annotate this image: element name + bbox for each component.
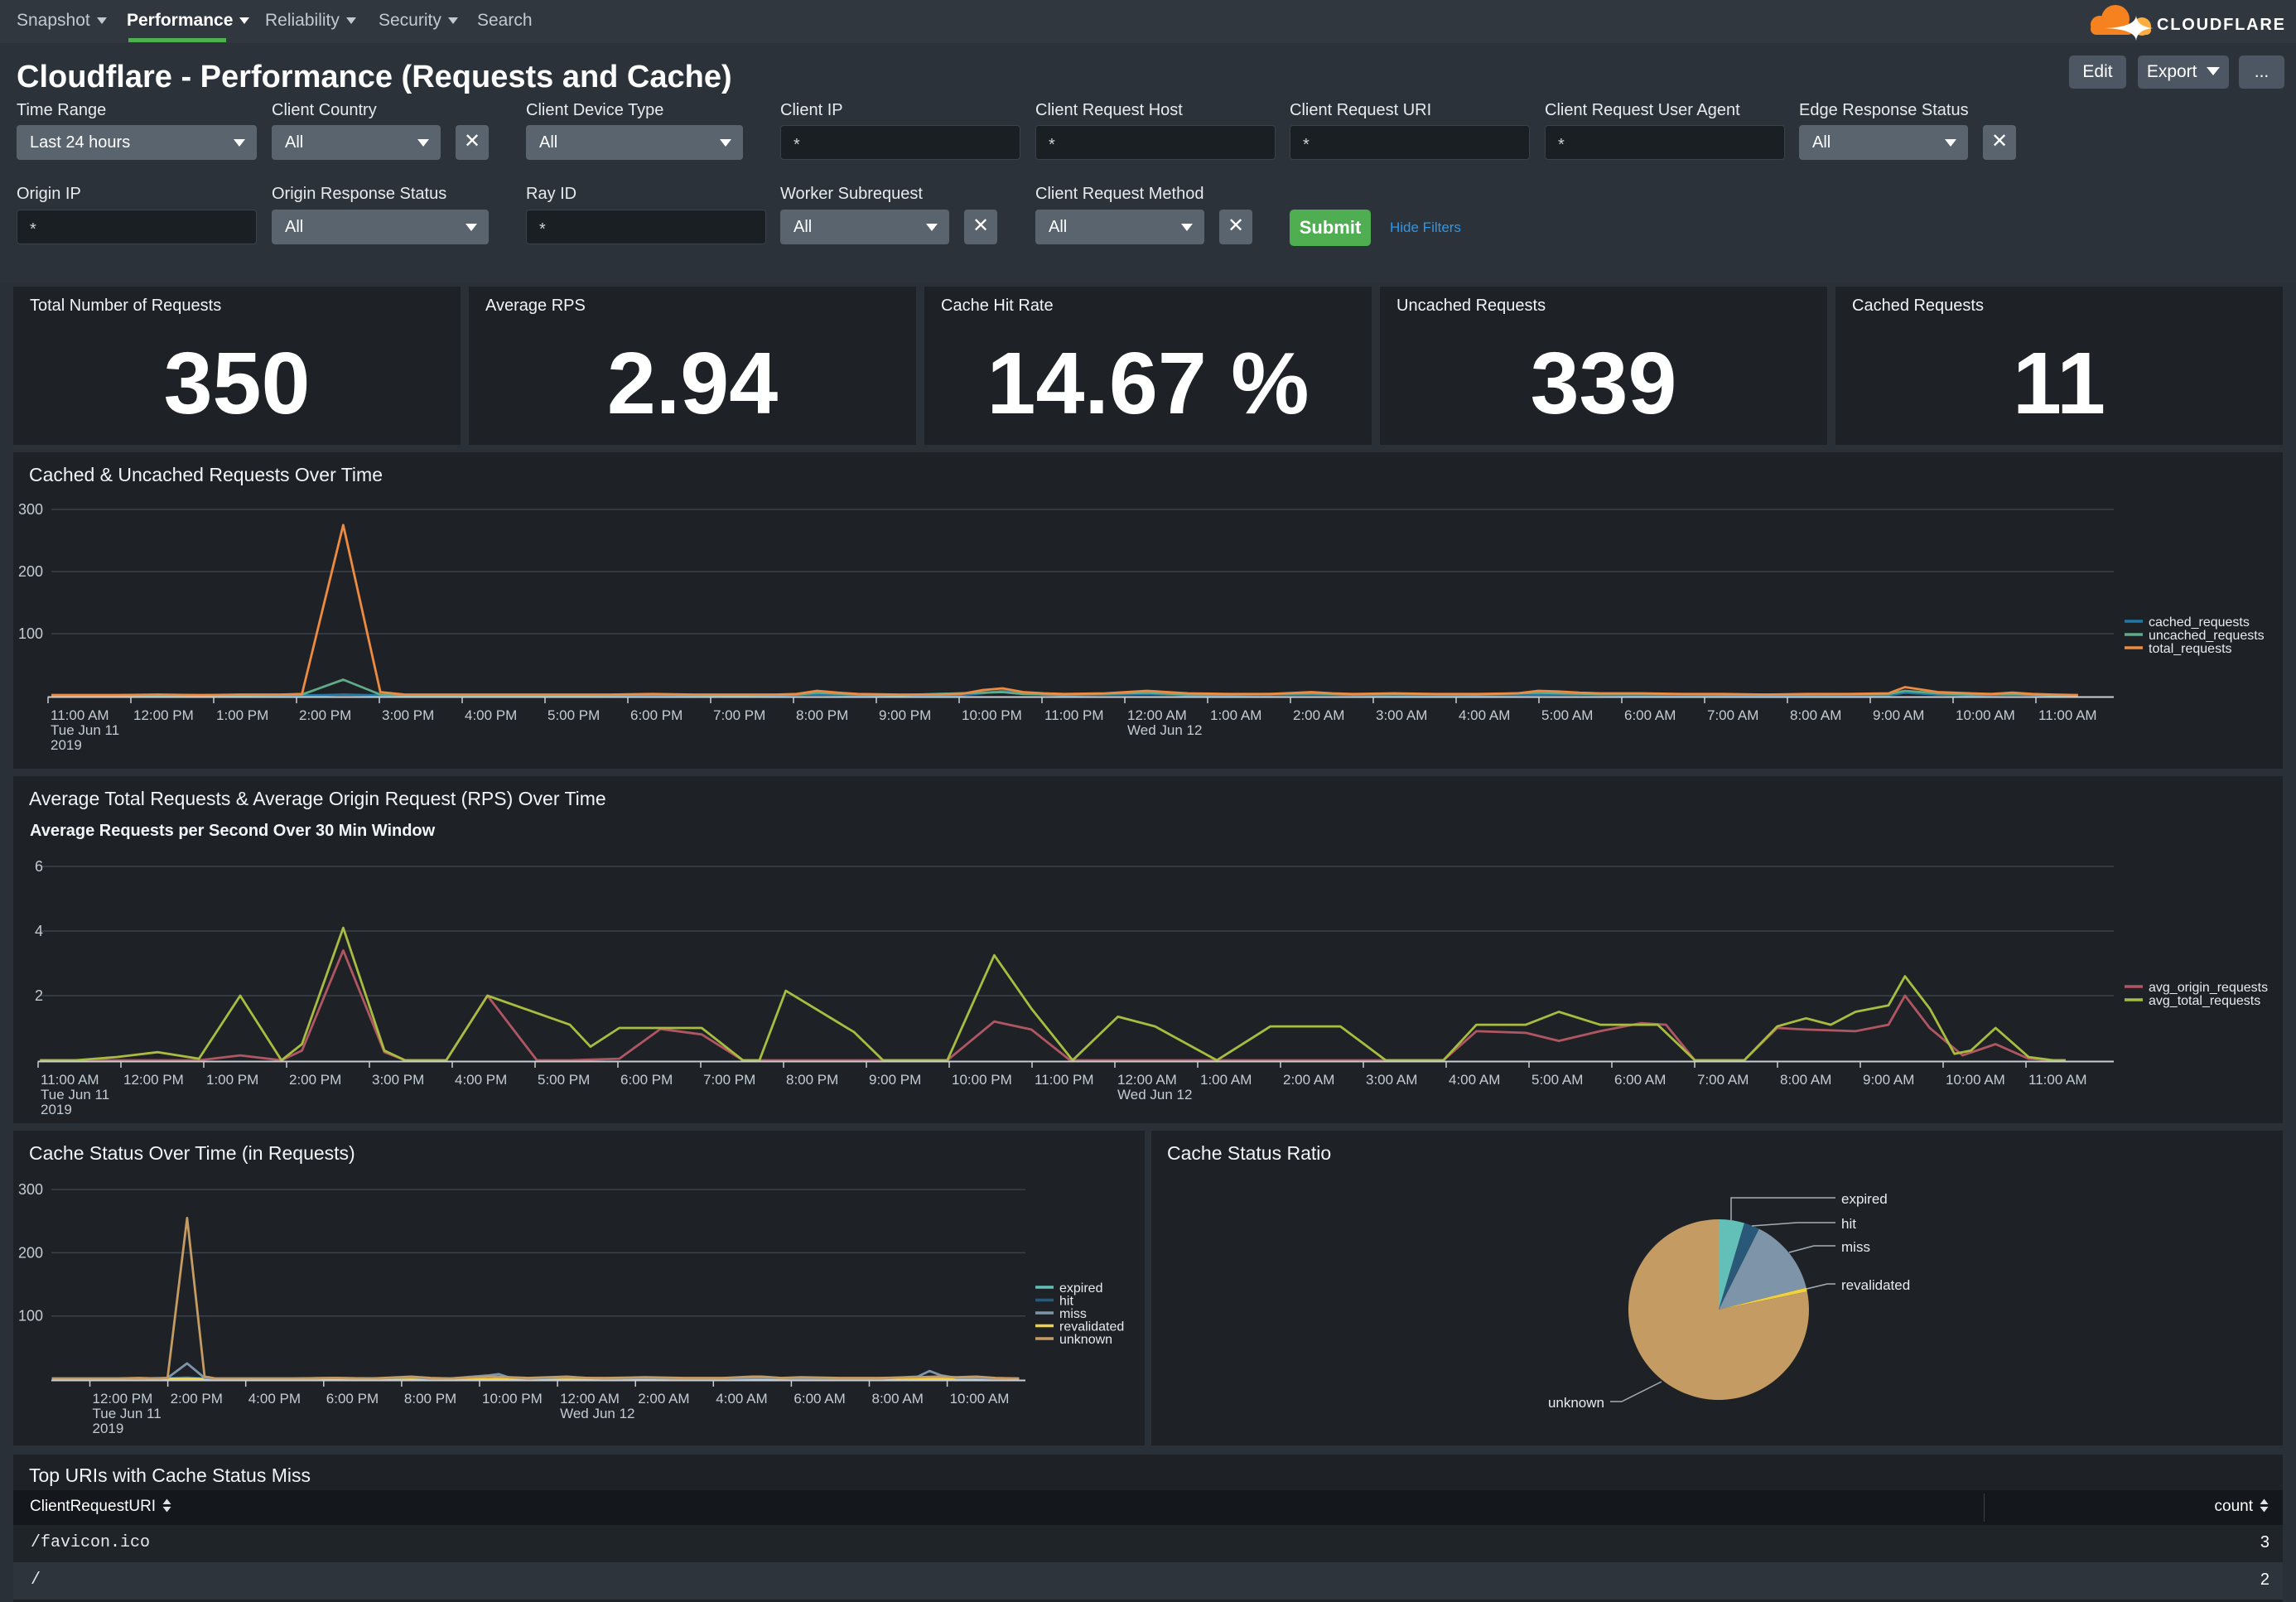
- svg-text:2:00 PM: 2:00 PM: [299, 707, 351, 723]
- svg-text:200: 200: [18, 1244, 43, 1261]
- svg-text:8:00 PM: 8:00 PM: [404, 1391, 456, 1407]
- svg-text:11:00 AM: 11:00 AM: [51, 707, 109, 723]
- svg-text:total_requests: total_requests: [2149, 642, 2232, 656]
- svg-text:2:00 PM: 2:00 PM: [289, 1072, 341, 1088]
- svg-text:hit: hit: [1841, 1216, 1856, 1232]
- svg-text:3:00 AM: 3:00 AM: [1366, 1072, 1417, 1088]
- svg-text:12:00 AM: 12:00 AM: [1117, 1072, 1177, 1088]
- svg-text:8:00 PM: 8:00 PM: [786, 1072, 838, 1088]
- svg-text:2019: 2019: [41, 1102, 72, 1117]
- svg-text:unknown: unknown: [1548, 1395, 1604, 1411]
- svg-text:4:00 AM: 4:00 AM: [1459, 707, 1510, 723]
- svg-text:12:00 PM: 12:00 PM: [133, 707, 194, 723]
- svg-text:9:00 PM: 9:00 PM: [869, 1072, 921, 1088]
- svg-text:6:00 PM: 6:00 PM: [326, 1391, 379, 1407]
- svg-text:expired: expired: [1841, 1191, 1888, 1207]
- svg-text:5:00 PM: 5:00 PM: [547, 707, 600, 723]
- svg-text:12:00 PM: 12:00 PM: [93, 1391, 153, 1407]
- svg-text:1:00 AM: 1:00 AM: [1200, 1072, 1252, 1088]
- svg-text:1:00 AM: 1:00 AM: [1210, 707, 1261, 723]
- svg-text:300: 300: [18, 501, 43, 518]
- svg-text:8:00 AM: 8:00 AM: [872, 1391, 924, 1407]
- svg-text:12:00 AM: 12:00 AM: [1127, 707, 1187, 723]
- svg-text:CLOUDFLARE: CLOUDFLARE: [2157, 16, 2286, 34]
- svg-text:uncached_requests: uncached_requests: [2149, 629, 2265, 643]
- svg-text:8:00 PM: 8:00 PM: [796, 707, 848, 723]
- svg-text:7:00 AM: 7:00 AM: [1697, 1072, 1749, 1088]
- svg-text:6:00 AM: 6:00 AM: [1624, 707, 1676, 723]
- svg-text:200: 200: [18, 563, 43, 580]
- svg-text:11:00 AM: 11:00 AM: [2028, 1072, 2087, 1088]
- svg-text:2:00 PM: 2:00 PM: [171, 1391, 223, 1407]
- svg-text:10:00 PM: 10:00 PM: [482, 1391, 543, 1407]
- svg-text:expired: expired: [1059, 1281, 1102, 1296]
- svg-text:10:00 PM: 10:00 PM: [962, 707, 1022, 723]
- svg-text:12:00 PM: 12:00 PM: [123, 1072, 184, 1088]
- svg-text:11:00 PM: 11:00 PM: [1044, 707, 1104, 723]
- svg-text:4: 4: [35, 923, 43, 939]
- svg-text:6:00 AM: 6:00 AM: [1614, 1072, 1666, 1088]
- svg-text:10:00 AM: 10:00 AM: [950, 1391, 1010, 1407]
- svg-text:9:00 AM: 9:00 AM: [1873, 707, 1924, 723]
- svg-text:2:00 AM: 2:00 AM: [638, 1391, 689, 1407]
- svg-text:7:00 AM: 7:00 AM: [1707, 707, 1758, 723]
- svg-text:hit: hit: [1059, 1295, 1073, 1309]
- svg-text:10:00 PM: 10:00 PM: [952, 1072, 1012, 1088]
- svg-text:4:00 PM: 4:00 PM: [455, 1072, 507, 1088]
- svg-text:6:00 PM: 6:00 PM: [620, 1072, 673, 1088]
- svg-text:8:00 AM: 8:00 AM: [1790, 707, 1841, 723]
- svg-text:5:00 AM: 5:00 AM: [1541, 707, 1593, 723]
- svg-text:3:00 PM: 3:00 PM: [382, 707, 434, 723]
- svg-text:1:00 PM: 1:00 PM: [206, 1072, 258, 1088]
- svg-text:6:00 PM: 6:00 PM: [630, 707, 683, 723]
- svg-text:10:00 AM: 10:00 AM: [1946, 1072, 2005, 1088]
- svg-text:2019: 2019: [93, 1421, 124, 1436]
- svg-text:revalidated: revalidated: [1841, 1277, 1910, 1293]
- svg-text:4:00 PM: 4:00 PM: [248, 1391, 301, 1407]
- svg-text:11:00 PM: 11:00 PM: [1035, 1072, 1094, 1088]
- svg-text:8:00 AM: 8:00 AM: [1780, 1072, 1831, 1088]
- svg-text:5:00 AM: 5:00 AM: [1531, 1072, 1583, 1088]
- svg-text:unknown: unknown: [1059, 1333, 1112, 1347]
- svg-text:7:00 PM: 7:00 PM: [703, 1072, 755, 1088]
- svg-text:11:00 AM: 11:00 AM: [2038, 707, 2097, 723]
- svg-text:9:00 PM: 9:00 PM: [879, 707, 931, 723]
- svg-text:Tue Jun 11: Tue Jun 11: [51, 722, 119, 738]
- svg-text:4:00 AM: 4:00 AM: [1449, 1072, 1500, 1088]
- svg-text:12:00 AM: 12:00 AM: [560, 1391, 620, 1407]
- svg-text:11:00 AM: 11:00 AM: [41, 1072, 99, 1088]
- svg-text:9:00 AM: 9:00 AM: [1863, 1072, 1914, 1088]
- svg-text:avg_total_requests: avg_total_requests: [2149, 994, 2260, 1008]
- svg-text:3:00 AM: 3:00 AM: [1376, 707, 1427, 723]
- svg-text:100: 100: [18, 1308, 43, 1325]
- svg-text:7:00 PM: 7:00 PM: [713, 707, 765, 723]
- svg-text:5:00 PM: 5:00 PM: [538, 1072, 590, 1088]
- svg-text:2:00 AM: 2:00 AM: [1293, 707, 1344, 723]
- svg-text:100: 100: [18, 625, 43, 642]
- svg-text:3:00 PM: 3:00 PM: [372, 1072, 424, 1088]
- svg-text:6:00 AM: 6:00 AM: [793, 1391, 845, 1407]
- svg-text:miss: miss: [1841, 1239, 1870, 1255]
- svg-text:2:00 AM: 2:00 AM: [1283, 1072, 1334, 1088]
- svg-text:Tue Jun 11: Tue Jun 11: [41, 1087, 109, 1103]
- svg-text:4:00 PM: 4:00 PM: [465, 707, 517, 723]
- svg-text:Tue Jun 11: Tue Jun 11: [93, 1406, 162, 1421]
- svg-text:2019: 2019: [51, 737, 82, 753]
- svg-text:Wed Jun 12: Wed Jun 12: [1117, 1087, 1192, 1103]
- svg-text:4:00 AM: 4:00 AM: [716, 1391, 767, 1407]
- svg-text:Wed Jun 12: Wed Jun 12: [1127, 722, 1202, 738]
- svg-text:10:00 AM: 10:00 AM: [1956, 707, 2015, 723]
- svg-text:revalidated: revalidated: [1059, 1320, 1124, 1334]
- svg-text:avg_origin_requests: avg_origin_requests: [2149, 981, 2268, 995]
- svg-text:2: 2: [35, 987, 43, 1004]
- svg-text:cached_requests: cached_requests: [2149, 615, 2250, 630]
- svg-text:6: 6: [35, 858, 43, 875]
- svg-text:300: 300: [18, 1181, 43, 1198]
- svg-text:miss: miss: [1059, 1307, 1087, 1321]
- svg-text:Wed Jun 12: Wed Jun 12: [560, 1406, 634, 1421]
- svg-text:1:00 PM: 1:00 PM: [216, 707, 268, 723]
